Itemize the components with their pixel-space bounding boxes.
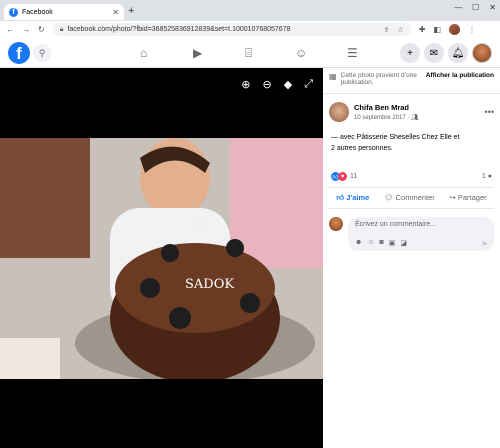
more-options-icon[interactable]: ••• xyxy=(485,107,494,117)
cake-writing: SADOK xyxy=(185,277,234,292)
minimize-icon[interactable]: — xyxy=(454,3,462,12)
post-date[interactable]: 10 septembre 2017 · 👥︎ xyxy=(354,114,419,121)
author-avatar[interactable] xyxy=(329,102,349,122)
info-icon: ▦ xyxy=(329,72,337,81)
url-bar[interactable]: 🔒︎ facebook.com/photo/?fbid=368525836912… xyxy=(52,23,411,36)
comment-bubble-icon: ● xyxy=(487,173,492,180)
facebook-logo[interactable]: f xyxy=(8,42,30,64)
comment-count[interactable]: 1 ● xyxy=(482,173,492,180)
watch-icon[interactable]: ▶ xyxy=(193,46,202,60)
close-window-icon[interactable]: ✕ xyxy=(489,3,496,12)
sticker-icon[interactable]: ◪ xyxy=(400,239,407,247)
post-text-line-1: — avec Pâtisserie Sheselles Chez Elle et xyxy=(331,134,460,141)
comment-count-value[interactable]: 1 xyxy=(482,173,486,180)
bookmark-star-icon[interactable]: ☆ xyxy=(397,26,403,34)
facebook-favicon-icon: f xyxy=(9,7,18,17)
like-button[interactable]: 👍︎ J'aime xyxy=(336,193,369,203)
forward-icon[interactable]: → xyxy=(22,25,30,34)
camera-icon[interactable]: ◙ xyxy=(380,239,384,247)
love-reaction-icon: ♥ xyxy=(338,172,347,181)
photo-toolbar: ⊕ ⊖ ◆ ⤢ xyxy=(241,78,313,91)
notifications-icon[interactable]: 🔔︎ xyxy=(448,43,468,63)
reaction-count[interactable]: 11 xyxy=(350,173,357,180)
facebook-navbar: f ⚲ ⌂ ▶ ⌸ ☺ ☰ + ✉ 🔔︎ xyxy=(0,38,500,68)
browser-profile-avatar[interactable] xyxy=(448,24,460,35)
reload-icon[interactable]: ↻ xyxy=(38,25,45,34)
share-button[interactable]: ↪ Partager xyxy=(450,193,487,203)
profile-avatar[interactable] xyxy=(472,43,492,63)
view-post-button[interactable]: Afficher la publication xyxy=(426,72,494,79)
author-name[interactable]: Chifa Ben Mrad xyxy=(354,103,419,112)
zoom-in-icon[interactable]: ⊕ xyxy=(241,78,250,91)
tab-close-icon[interactable]: ✕ xyxy=(112,8,119,17)
tab-title: Facebook xyxy=(22,8,53,16)
share-page-icon[interactable]: ⇪ xyxy=(384,26,390,34)
share-label: Partager xyxy=(457,193,487,202)
new-tab-button[interactable]: + xyxy=(128,5,134,17)
create-icon[interactable]: + xyxy=(400,43,420,63)
comment-button[interactable]: 💬︎ Commenter xyxy=(384,193,435,203)
post-sidebar: ▦ Cette photo provient d’une publication… xyxy=(323,68,500,448)
menu-icon[interactable]: ☰ xyxy=(347,46,358,60)
post-notice: ▦ Cette photo provient d’une publication… xyxy=(323,68,500,94)
comment-input[interactable]: Écrivez un commentaire... ☻ ☺ ◙ ▣ ◪ ➤ xyxy=(348,217,494,251)
post-text-line-2: 2 autres personnes. xyxy=(331,145,393,152)
extensions-icon[interactable]: ✚ xyxy=(419,25,426,34)
avatar-sticker-icon[interactable]: ☻ xyxy=(355,239,362,247)
emoji-icon[interactable]: ☺ xyxy=(367,239,374,247)
back-icon[interactable]: ← xyxy=(6,25,14,34)
sidepanel-icon[interactable]: ◧ xyxy=(433,25,441,34)
comment-composer: Écrivez un commentaire... ☻ ☺ ◙ ▣ ◪ ➤ xyxy=(323,209,500,259)
zoom-out-icon[interactable]: ⊖ xyxy=(263,78,272,91)
audience-icon: 👥︎ xyxy=(411,115,419,121)
post-text: — avec Pâtisserie Sheselles Chez Elle et… xyxy=(323,126,500,160)
post-actions: 👍︎ J'aime 💬︎ Commenter ↪ Partager xyxy=(329,187,494,209)
tag-icon[interactable]: ◆ xyxy=(284,78,292,91)
groups-icon[interactable]: ☺ xyxy=(295,46,307,60)
like-label: J'aime xyxy=(346,193,370,202)
notice-text: Cette photo provient d’une publication. xyxy=(340,72,417,86)
messenger-icon[interactable]: ✉ xyxy=(424,43,444,63)
browser-menu-icon[interactable]: ⋮ xyxy=(468,25,476,34)
commenter-avatar xyxy=(329,217,343,231)
browser-tab[interactable]: f Facebook ✕ xyxy=(4,4,124,20)
home-icon[interactable]: ⌂ xyxy=(140,46,147,60)
reactions-bar: 👍︎ ♥ 11 1 ● xyxy=(323,160,500,187)
comment-label: Commenter xyxy=(395,193,435,202)
photo-viewer: ⊕ ⊖ ◆ ⤢ SADOK xyxy=(0,68,323,448)
marketplace-icon[interactable]: ⌸ xyxy=(245,46,252,61)
birthday-photo-image: SADOK xyxy=(0,138,323,379)
url-text[interactable]: facebook.com/photo/?fbid=368525836912839… xyxy=(67,26,290,33)
lock-icon[interactable]: 🔒︎ xyxy=(60,26,64,34)
gif-icon[interactable]: ▣ xyxy=(389,239,396,247)
comment-placeholder: Écrivez un commentaire... xyxy=(355,221,436,228)
window-controls: — ☐ ✕ xyxy=(454,3,496,12)
fullscreen-icon[interactable]: ⤢ xyxy=(304,78,313,91)
comment-tools: ☻ ☺ ◙ ▣ ◪ xyxy=(355,239,407,247)
birthday-photo[interactable]: SADOK xyxy=(0,138,323,379)
search-icon[interactable]: ⚲ xyxy=(33,44,51,62)
post-header: Chifa Ben Mrad 10 septembre 2017 · 👥︎ ••… xyxy=(323,94,500,126)
send-icon[interactable]: ➤ xyxy=(481,239,488,248)
maximize-icon[interactable]: ☐ xyxy=(472,3,479,12)
address-bar-row: ← → ↻ 🔒︎ facebook.com/photo/?fbid=368525… xyxy=(0,21,500,38)
